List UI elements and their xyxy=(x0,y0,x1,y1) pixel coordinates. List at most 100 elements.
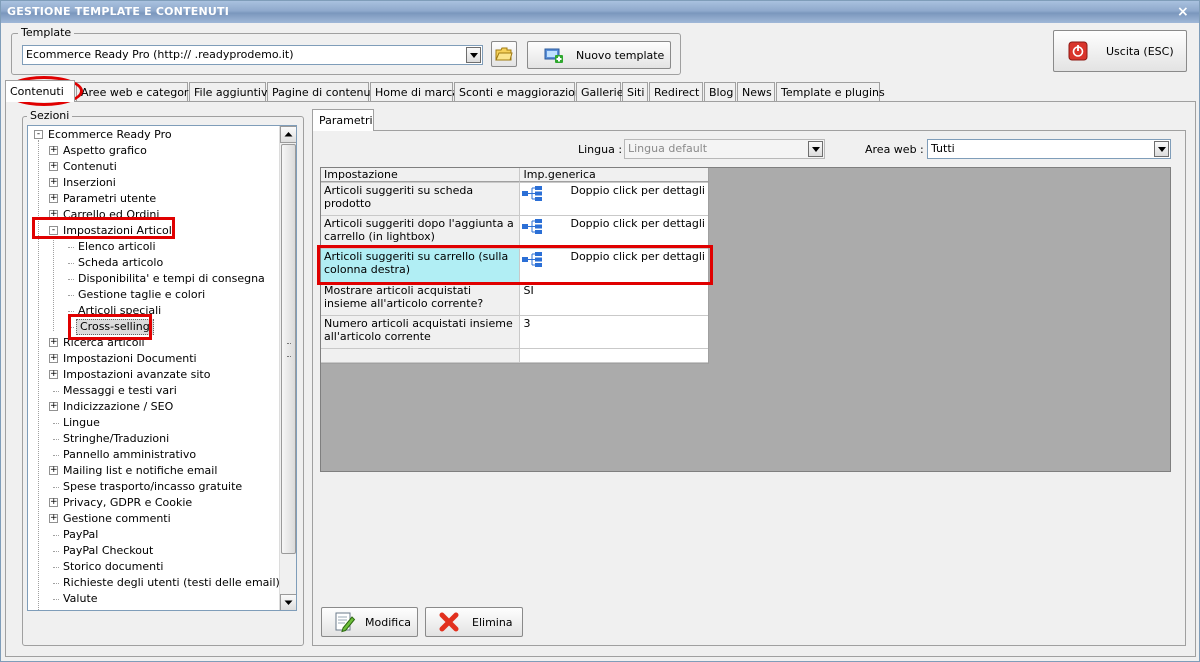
chevron-down-icon[interactable] xyxy=(466,47,481,63)
tree-expander-icon[interactable]: + xyxy=(49,354,58,363)
tree-scrollbar[interactable] xyxy=(279,126,296,610)
tree-item[interactable]: Articoli speciali xyxy=(78,303,161,319)
value-cell[interactable]: Doppio click per dettagli xyxy=(520,216,708,248)
setting-cell[interactable]: Mostrare articoli acquistati insieme all… xyxy=(321,283,521,315)
exit-button[interactable]: Uscita (ESC) xyxy=(1053,30,1187,72)
tab-template-plugins[interactable]: Template e plugins xyxy=(776,82,885,102)
sections-tree[interactable]: - Ecommerce Ready Pro + Aspetto grafico + Con… xyxy=(27,125,297,611)
params-grid[interactable]: Impostazione Imp.generica Articoli sugge… xyxy=(321,168,709,364)
tab-redirect[interactable]: Redirect xyxy=(649,82,703,102)
setting-cell[interactable] xyxy=(321,349,521,362)
setting-cell[interactable]: Numero articoli acquistati insieme all'a… xyxy=(321,316,521,348)
tree-expander-icon[interactable]: + xyxy=(49,466,58,475)
tree-item[interactable]: Elenco articoli xyxy=(78,239,156,255)
tree-item[interactable]: Gestione commenti xyxy=(63,511,171,527)
new-template-button[interactable]: Nuovo template xyxy=(527,41,671,69)
delete-button[interactable]: Elimina xyxy=(425,607,523,637)
table-row[interactable]: Articoli suggeriti su carrello (sulla co… xyxy=(321,249,708,283)
value-cell[interactable]: Doppio click per dettagli xyxy=(520,183,708,215)
tree-item[interactable]: Impostazioni avanzate sito xyxy=(63,367,210,383)
setting-cell[interactable]: Articoli suggeriti dopo l'aggiunta a car… xyxy=(321,216,521,248)
modify-button[interactable]: Modifica xyxy=(321,607,418,637)
tree-expander-icon[interactable]: + xyxy=(49,162,58,171)
tree-item[interactable]: Impostazioni Documenti xyxy=(63,351,197,367)
tab-parametri[interactable]: Parametri xyxy=(312,109,374,131)
tree-expander-icon[interactable]: + xyxy=(49,146,58,155)
scroll-up-button[interactable] xyxy=(280,126,296,143)
hierarchy-icon xyxy=(522,186,543,201)
column-header-setting[interactable]: Impostazione xyxy=(321,168,521,182)
tree-item[interactable]: Disponibilita' e tempi di consegna xyxy=(78,271,265,287)
tree-item[interactable]: Ricerca articoli xyxy=(63,335,145,351)
lingua-select[interactable]: Lingua default xyxy=(624,139,825,159)
value-cell[interactable]: Doppio click per dettagli xyxy=(520,249,708,282)
tree-item[interactable]: Storico documenti xyxy=(63,559,163,575)
tree-expander-icon[interactable]: - xyxy=(49,226,58,235)
tree-item[interactable]: Parametri utente xyxy=(63,191,156,207)
tab-contenuti[interactable]: Contenuti xyxy=(5,80,75,102)
tree-expander-icon[interactable]: + xyxy=(49,370,58,379)
setting-cell[interactable]: Articoli suggeriti su carrello (sulla co… xyxy=(321,249,521,282)
tree-expander-icon[interactable]: + xyxy=(49,178,58,187)
tab-siti[interactable]: Siti xyxy=(622,82,648,102)
tree-item[interactable]: Inserzioni xyxy=(63,175,116,191)
delete-label: Elimina xyxy=(472,615,513,629)
tree-item[interactable]: PayPal xyxy=(63,527,98,543)
tree-item[interactable]: Spese trasporto/incasso gratuite xyxy=(63,479,242,495)
table-row[interactable]: Mostrare articoli acquistati insieme all… xyxy=(321,283,708,316)
tree-expander-icon[interactable]: + xyxy=(49,498,58,507)
table-row[interactable]: Articoli suggeriti dopo l'aggiunta a car… xyxy=(321,216,708,249)
tree-expander-icon[interactable]: + xyxy=(49,210,58,219)
scroll-thumb[interactable] xyxy=(281,144,296,554)
value-cell[interactable]: 3 xyxy=(520,316,708,348)
tree-item[interactable]: Indicizzazione / SEO xyxy=(63,399,173,415)
tree-item[interactable]: Contenuti xyxy=(63,159,117,175)
chevron-down-icon[interactable] xyxy=(808,141,823,157)
column-header-value[interactable]: Imp.generica xyxy=(520,168,708,182)
tree-item[interactable]: Pannello amministrativo xyxy=(63,447,196,463)
tree-item[interactable]: Valute xyxy=(63,591,98,607)
tree-expander-icon[interactable]: - xyxy=(34,130,43,139)
tree-item[interactable]: Richieste degli utenti (testi delle emai… xyxy=(63,575,280,591)
tab-sconti[interactable]: Sconti e maggiorazioni xyxy=(454,82,585,102)
table-row[interactable]: Numero articoli acquistati insieme all'a… xyxy=(321,316,708,349)
setting-cell[interactable]: Articoli suggeriti su scheda prodotto xyxy=(321,183,521,215)
tree-item[interactable]: Impostazioni Articoli xyxy=(63,223,175,239)
tree-expander-icon[interactable]: + xyxy=(49,402,58,411)
value-cell[interactable] xyxy=(520,349,708,362)
tree-item[interactable]: Lingue xyxy=(63,415,100,431)
scroll-down-button[interactable] xyxy=(280,594,296,610)
tab-news[interactable]: News xyxy=(737,82,775,102)
tree-item[interactable]: Messaggi e testi vari xyxy=(63,383,177,399)
tree-item[interactable]: Privacy, GDPR e Cookie xyxy=(63,495,192,511)
tree-connector xyxy=(68,263,74,264)
area-web-select[interactable]: Tutti xyxy=(927,139,1171,159)
tree-item[interactable]: Carrello ed Ordini xyxy=(63,207,159,223)
tab-blog[interactable]: Blog xyxy=(704,82,736,102)
tab-home-marca[interactable]: Home di marca xyxy=(370,82,459,102)
value-text: Doppio click per dettagli xyxy=(570,184,705,197)
tab-pagine-contenuti[interactable]: Pagine di contenuti xyxy=(267,82,378,102)
tab-file-aggiuntivi[interactable]: File aggiuntivi xyxy=(189,82,271,102)
close-icon[interactable]: × xyxy=(1175,4,1191,20)
template-select[interactable]: Ecommerce Ready Pro (http:// .readyprode… xyxy=(22,45,483,65)
value-cell[interactable]: SI xyxy=(520,283,708,315)
tree-item[interactable]: Mailing list e notifiche email xyxy=(63,463,217,479)
tree-item[interactable]: Gestione taglie e colori xyxy=(78,287,205,303)
tree-expander-icon[interactable]: + xyxy=(49,338,58,347)
table-row[interactable] xyxy=(321,349,708,363)
chevron-down-icon[interactable] xyxy=(1154,141,1169,157)
template-select-value: Ecommerce Ready Pro (http:// .readyprode… xyxy=(26,48,294,61)
open-folder-button[interactable] xyxy=(491,41,517,67)
tree-item[interactable]: Scheda articolo xyxy=(78,255,163,271)
table-row[interactable]: Articoli suggeriti su scheda prodotto Dop… xyxy=(321,183,708,216)
tab-gallerie[interactable]: Gallerie xyxy=(576,82,624,102)
tree-item[interactable]: PayPal Checkout xyxy=(63,543,153,559)
tree-expander-icon[interactable]: + xyxy=(49,194,58,203)
tree-item[interactable]: Cross-selling xyxy=(76,319,154,335)
tree-item[interactable]: Stringhe/Traduzioni xyxy=(63,431,169,447)
tree-item[interactable]: Aspetto grafico xyxy=(63,143,147,159)
tree-item[interactable]: Ecommerce Ready Pro xyxy=(48,127,172,143)
tab-aree-web[interactable]: Aree web e categorie xyxy=(76,82,198,102)
tree-expander-icon[interactable]: + xyxy=(49,514,58,523)
